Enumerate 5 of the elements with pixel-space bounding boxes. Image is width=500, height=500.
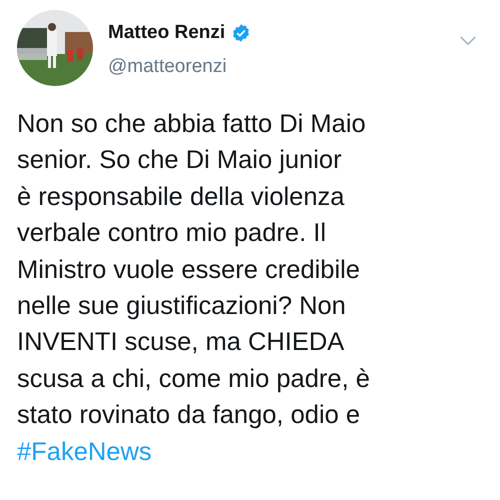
hashtag-link[interactable]: #FakeNews xyxy=(17,434,152,470)
tweet-text: Non so che abbia fatto Di Maio senior. So che Di Maio junior è responsabile della violenza verbale contro mio padre. Il Ministro vuole essere credibile nelle sue giustificazioni? Non INVENTI scuse, ma CHIEDA scusa a chi, come mio padre, è stato rovinato da fango, odio e xyxy=(17,109,371,432)
chevron-down-icon[interactable] xyxy=(460,36,476,46)
author-handle: @matteorenzi xyxy=(108,56,228,78)
author-name: Matteo Renzi xyxy=(108,22,226,44)
